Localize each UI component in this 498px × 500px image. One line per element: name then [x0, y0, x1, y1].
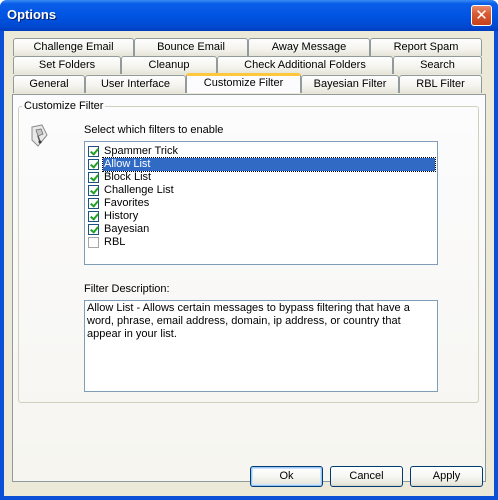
- checkbox-spammer-trick[interactable]: [88, 146, 99, 157]
- options-window: Options ✕ Challenge Email Bounce Email A…: [0, 0, 498, 500]
- filter-label: Favorites: [104, 197, 150, 209]
- filter-label: Block List: [104, 171, 152, 183]
- tab-cleanup[interactable]: Cleanup: [121, 56, 217, 74]
- group-title: Customize Filter: [22, 100, 106, 112]
- cancel-button[interactable]: Cancel: [330, 466, 403, 487]
- filter-description-label: Filter Description:: [84, 283, 170, 295]
- tab-set-folders[interactable]: Set Folders: [13, 56, 121, 74]
- filter-item-block-list[interactable]: Block List: [87, 171, 433, 184]
- title-bar[interactable]: Options ✕: [0, 0, 498, 31]
- filter-item-spammer-trick[interactable]: Spammer Trick: [87, 145, 433, 158]
- filter-item-bayesian[interactable]: Bayesian: [87, 223, 433, 236]
- tab-search[interactable]: Search: [393, 56, 482, 74]
- filter-label: Allow List: [102, 157, 436, 172]
- filter-description-text: Allow List - Allows certain messages to …: [87, 302, 410, 340]
- tab-bayesian-filter[interactable]: Bayesian Filter: [301, 75, 399, 93]
- tab-away-message[interactable]: Away Message: [248, 38, 370, 56]
- filter-label: Spammer Trick: [104, 145, 178, 157]
- filter-item-history[interactable]: History: [87, 210, 433, 223]
- window-title: Options: [7, 7, 57, 22]
- filter-item-challenge-list[interactable]: Challenge List: [87, 184, 433, 197]
- close-button[interactable]: ✕: [471, 5, 492, 26]
- checkbox-favorites[interactable]: [88, 198, 99, 209]
- filter-item-favorites[interactable]: Favorites: [87, 197, 433, 210]
- filter-label: History: [104, 210, 139, 222]
- checkbox-challenge-list[interactable]: [88, 185, 99, 196]
- ok-button[interactable]: Ok: [250, 466, 323, 487]
- tab-user-interface[interactable]: User Interface: [85, 75, 186, 93]
- filter-item-rbl[interactable]: RBL: [87, 236, 433, 249]
- checkbox-block-list[interactable]: [88, 172, 99, 183]
- filter-icon: [28, 124, 50, 148]
- filter-label: RBL: [104, 236, 126, 248]
- tab-customize-filter[interactable]: Customize Filter: [186, 73, 301, 93]
- filters-list[interactable]: Spammer Trick Allow List Block List Chal…: [84, 141, 438, 265]
- filter-item-allow-list[interactable]: Allow List: [87, 157, 436, 172]
- tab-report-spam[interactable]: Report Spam: [370, 38, 482, 56]
- filter-description-box[interactable]: Allow List - Allows certain messages to …: [84, 300, 438, 392]
- checkbox-allow-list[interactable]: [88, 159, 99, 170]
- select-filters-label: Select which filters to enable: [84, 124, 224, 136]
- tab-check-additional-folders[interactable]: Check Additional Folders: [217, 56, 393, 74]
- checkbox-bayesian[interactable]: [88, 224, 99, 235]
- tab-bounce-email[interactable]: Bounce Email: [134, 38, 248, 56]
- filter-label: Bayesian: [104, 223, 150, 235]
- filter-label: Challenge List: [104, 184, 174, 196]
- checkbox-rbl[interactable]: [88, 237, 99, 248]
- close-icon: ✕: [475, 6, 488, 24]
- apply-button[interactable]: Apply: [410, 466, 483, 487]
- tab-challenge-email[interactable]: Challenge Email: [13, 38, 134, 56]
- checkbox-history[interactable]: [88, 211, 99, 222]
- tab-rbl-filter[interactable]: RBL Filter: [399, 75, 482, 93]
- tab-general[interactable]: General: [13, 75, 85, 93]
